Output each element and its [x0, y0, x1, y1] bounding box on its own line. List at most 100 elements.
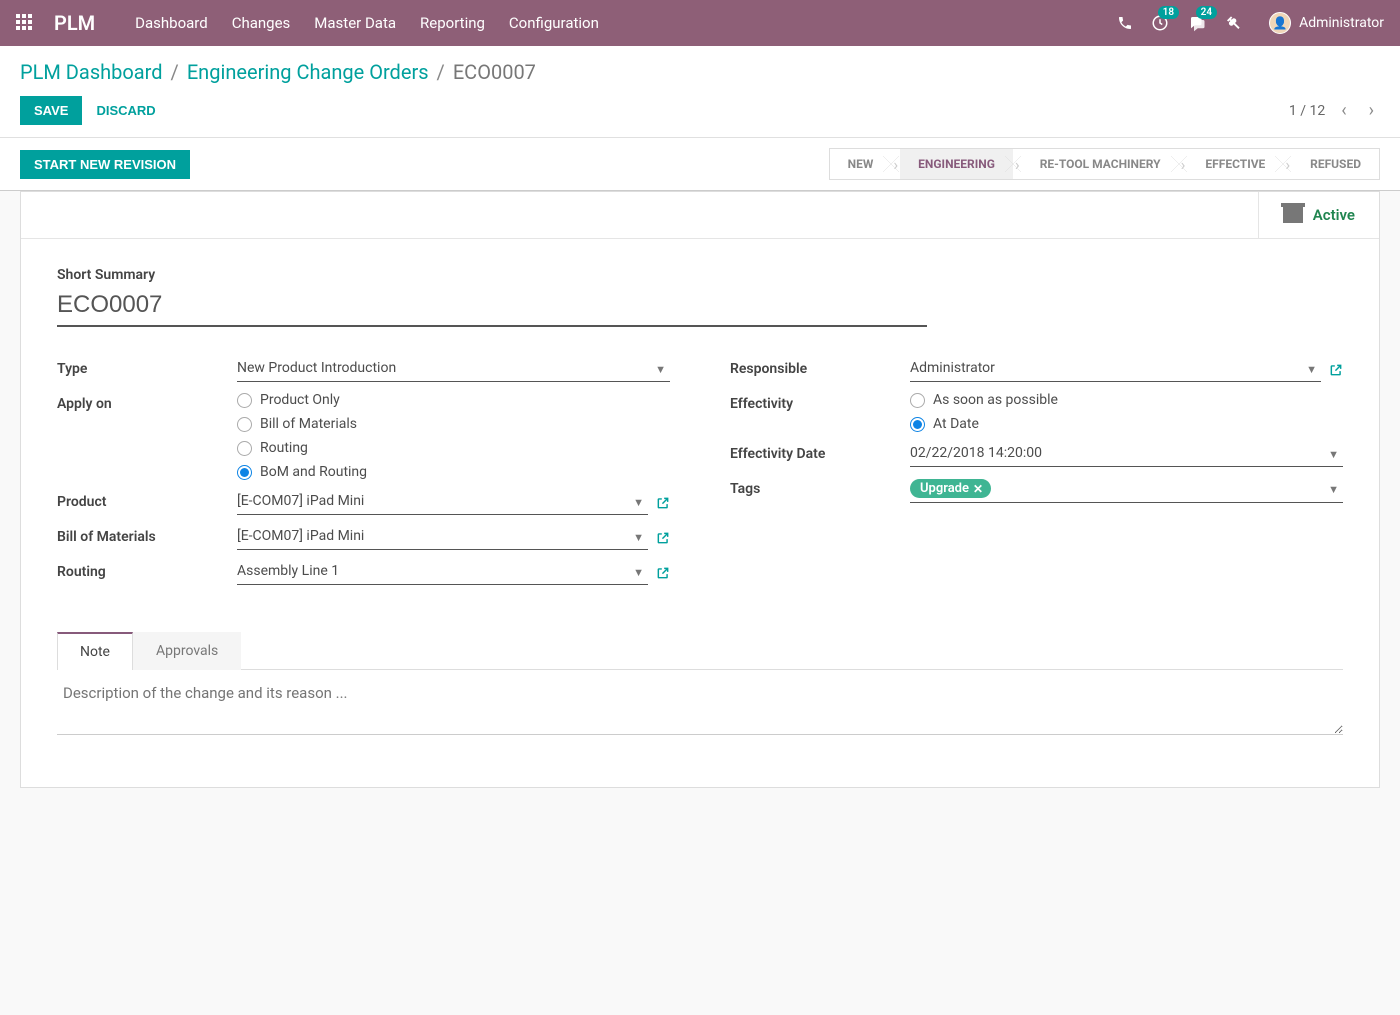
messages-icon[interactable]: 24 — [1187, 14, 1207, 32]
pager-text: 1 / 12 — [1289, 103, 1325, 119]
action-row: SAVE DISCARD 1 / 12 ‹ › — [0, 88, 1400, 138]
bom-value: [E-COM07] iPad Mini — [237, 528, 364, 544]
radio-bom-routing[interactable]: BoM and Routing — [237, 464, 670, 480]
tags-input[interactable]: Upgrade ✕ ▼ — [910, 477, 1343, 503]
tabs: Note Approvals — [57, 631, 1343, 670]
stage-engineering[interactable]: ENGINEERING — [900, 149, 1013, 179]
caret-down-icon: ▼ — [633, 496, 644, 509]
radio-routing[interactable]: Routing — [237, 440, 670, 456]
top-menu: Dashboard Changes Master Data Reporting … — [135, 14, 599, 32]
effectivity-label: Effectivity — [730, 392, 910, 412]
radio-product-only[interactable]: Product Only — [237, 392, 670, 408]
stage-refused[interactable]: REFUSED — [1292, 149, 1379, 179]
breadcrumb: PLM Dashboard / Engineering Change Order… — [20, 60, 1380, 84]
routing-label: Routing — [57, 560, 237, 580]
pager-next[interactable]: › — [1363, 98, 1380, 123]
activity-badge: 18 — [1158, 6, 1179, 19]
form-col-right: Responsible Administrator ▼ Effectivity — [730, 357, 1343, 595]
top-navbar: PLM Dashboard Changes Master Data Report… — [0, 0, 1400, 46]
tags-label: Tags — [730, 477, 910, 497]
tab-approvals[interactable]: Approvals — [133, 632, 241, 670]
apply-on-group: Product Only Bill of Materials Routing B… — [237, 392, 670, 480]
form-sheet: Active Short Summary Type New Product In… — [20, 191, 1380, 788]
tab-note[interactable]: Note — [57, 632, 133, 670]
caret-down-icon: ▼ — [1328, 448, 1339, 461]
tools-icon[interactable] — [1225, 15, 1241, 31]
caret-down-icon: ▼ — [1328, 483, 1339, 496]
routing-select[interactable]: Assembly Line 1 ▼ — [237, 560, 648, 585]
responsible-external-link-icon[interactable] — [1329, 363, 1343, 377]
sheet-header: Active — [21, 192, 1379, 239]
type-label: Type — [57, 357, 237, 377]
eff-date-label: Effectivity Date — [730, 442, 910, 462]
apply-on-label: Apply on — [57, 392, 237, 412]
routing-value: Assembly Line 1 — [237, 563, 339, 579]
product-select[interactable]: [E-COM07] iPad Mini ▼ — [237, 490, 648, 515]
eff-date-input[interactable]: 02/22/2018 14:20:00 ▼ — [910, 442, 1343, 467]
responsible-select[interactable]: Administrator ▼ — [910, 357, 1321, 382]
menu-reporting[interactable]: Reporting — [420, 14, 485, 32]
menu-dashboard[interactable]: Dashboard — [135, 14, 208, 32]
active-toggle[interactable]: Active — [1258, 192, 1379, 238]
caret-down-icon: ▼ — [655, 363, 666, 376]
responsible-label: Responsible — [730, 357, 910, 377]
menu-master-data[interactable]: Master Data — [314, 14, 396, 32]
form-col-left: Type New Product Introduction ▼ Apply on… — [57, 357, 670, 595]
type-select[interactable]: New Product Introduction ▼ — [237, 357, 670, 382]
discard-button[interactable]: DISCARD — [96, 103, 155, 118]
activity-icon[interactable]: 18 — [1151, 14, 1169, 32]
menu-changes[interactable]: Changes — [232, 14, 291, 32]
stage-retool[interactable]: RE-TOOL MACHINERY — [1022, 149, 1179, 179]
radio-at-date[interactable]: At Date — [910, 416, 1343, 432]
breadcrumb-sep: / — [171, 60, 179, 84]
product-label: Product — [57, 490, 237, 510]
breadcrumb-current: ECO0007 — [453, 60, 536, 84]
responsible-value: Administrator — [910, 360, 995, 376]
bom-label: Bill of Materials — [57, 525, 237, 545]
avatar-icon: 👤 — [1269, 12, 1291, 34]
pager-prev[interactable]: ‹ — [1335, 98, 1352, 123]
radio-bom[interactable]: Bill of Materials — [237, 416, 670, 432]
tag-upgrade: Upgrade ✕ — [910, 479, 991, 498]
bom-external-link-icon[interactable] — [656, 531, 670, 545]
breadcrumb-sep: / — [437, 60, 445, 84]
pager: 1 / 12 ‹ › — [1289, 98, 1380, 123]
bom-select[interactable]: [E-COM07] iPad Mini ▼ — [237, 525, 648, 550]
status-row: START NEW REVISION NEW › ENGINEERING › R… — [0, 138, 1400, 191]
breadcrumb-row: PLM Dashboard / Engineering Change Order… — [0, 46, 1400, 88]
sheet-body: Short Summary Type New Product Introduct… — [21, 239, 1379, 787]
stage-effective[interactable]: EFFECTIVE — [1187, 149, 1283, 179]
note-panel — [57, 670, 1343, 759]
summary-input[interactable] — [57, 287, 927, 327]
tag-remove-icon[interactable]: ✕ — [973, 482, 983, 496]
apps-icon[interactable] — [16, 14, 34, 32]
top-icons: 18 24 👤 Administrator — [1117, 12, 1384, 34]
caret-down-icon: ▼ — [633, 566, 644, 579]
save-button[interactable]: SAVE — [20, 96, 82, 125]
product-value: [E-COM07] iPad Mini — [237, 493, 364, 509]
breadcrumb-root[interactable]: PLM Dashboard — [20, 60, 163, 84]
archive-icon — [1283, 207, 1303, 223]
type-value: New Product Introduction — [237, 360, 396, 376]
user-name: Administrator — [1299, 15, 1384, 31]
stage-bar: NEW › ENGINEERING › RE-TOOL MACHINERY › … — [829, 148, 1380, 180]
summary-label: Short Summary — [57, 267, 1343, 283]
start-revision-button[interactable]: START NEW REVISION — [20, 150, 190, 179]
caret-down-icon: ▼ — [1306, 363, 1317, 376]
note-textarea[interactable] — [57, 670, 1343, 735]
app-name: PLM — [54, 11, 95, 35]
active-label: Active — [1313, 206, 1355, 224]
breadcrumb-mid[interactable]: Engineering Change Orders — [187, 60, 429, 84]
user-menu[interactable]: 👤 Administrator — [1269, 12, 1384, 34]
stage-new[interactable]: NEW — [830, 149, 892, 179]
messages-badge: 24 — [1196, 6, 1217, 19]
product-external-link-icon[interactable] — [656, 496, 670, 510]
routing-external-link-icon[interactable] — [656, 566, 670, 580]
effectivity-group: As soon as possible At Date — [910, 392, 1343, 432]
eff-date-value: 02/22/2018 14:20:00 — [910, 445, 1042, 461]
menu-configuration[interactable]: Configuration — [509, 14, 599, 32]
caret-down-icon: ▼ — [633, 531, 644, 544]
radio-asap[interactable]: As soon as possible — [910, 392, 1343, 408]
form-grid: Type New Product Introduction ▼ Apply on… — [57, 357, 1343, 595]
phone-icon[interactable] — [1117, 15, 1133, 31]
